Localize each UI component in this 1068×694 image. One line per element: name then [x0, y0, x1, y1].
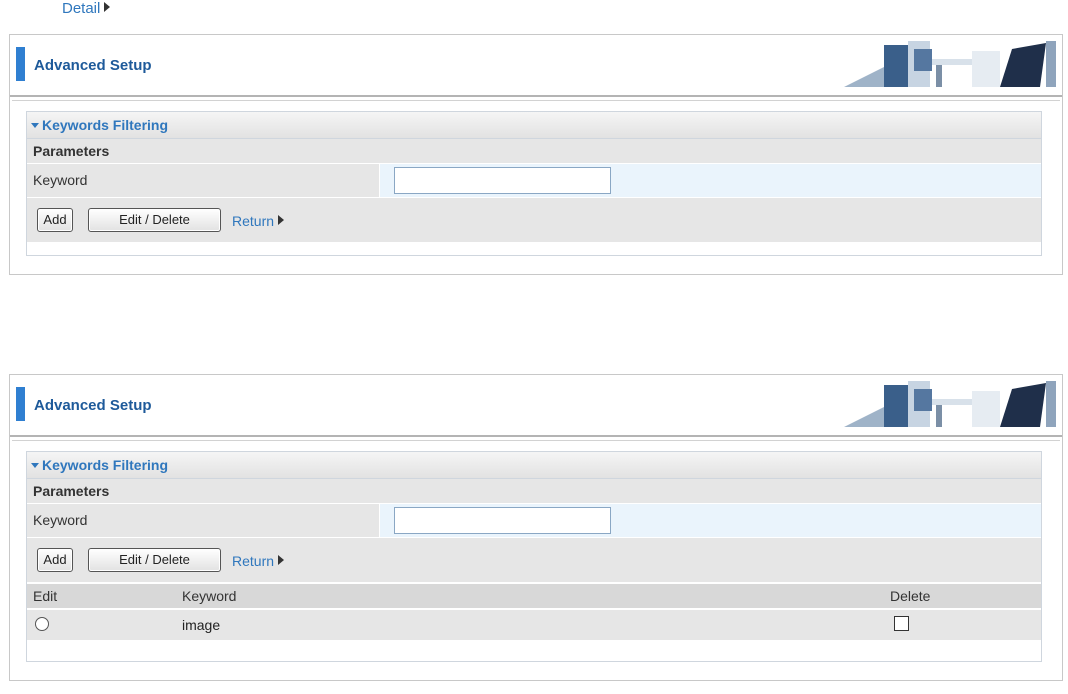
page-title: Advanced Setup: [34, 57, 152, 74]
section-title: Keywords Filtering: [42, 117, 169, 133]
edit-radio[interactable]: [35, 617, 49, 631]
banner-office-image: [844, 41, 1056, 87]
return-link[interactable]: Return: [232, 213, 285, 229]
edit-cell: [27, 610, 176, 640]
return-link[interactable]: Return: [232, 553, 285, 569]
keyword-value-cell: [380, 164, 1041, 197]
title-accent-bar: [16, 47, 25, 81]
page-title: Advanced Setup: [34, 397, 152, 414]
keyword-label: Keyword: [27, 164, 380, 197]
panel-banner: Advanced Setup: [10, 35, 1062, 101]
arrow-right-icon: [278, 555, 285, 565]
return-link-label: Return: [232, 213, 275, 229]
banner-rule: [12, 440, 1060, 441]
arrow-right-icon: [278, 215, 285, 225]
section-title: Keywords Filtering: [42, 457, 169, 473]
keyword-row: Keyword: [27, 504, 1041, 537]
edit-delete-button[interactable]: Edit / Delete: [88, 548, 221, 572]
table-header: Edit Keyword Delete: [27, 584, 1041, 608]
add-button[interactable]: Add: [37, 548, 73, 572]
delete-checkbox[interactable]: [894, 616, 909, 631]
edit-delete-button[interactable]: Edit / Delete: [88, 208, 221, 232]
button-row: Add Edit / Delete Return: [27, 537, 1041, 582]
collapse-triangle-icon: [31, 463, 39, 468]
keywords-filtering-section: Keywords Filtering Parameters Keyword Ad…: [26, 111, 1042, 256]
button-row: Add Edit / Delete Return: [27, 197, 1041, 242]
keywords-filtering-section: Keywords Filtering Parameters Keyword Ad…: [26, 451, 1042, 662]
advanced-setup-panel-1: Advanced Setup Keywords Filtering Parame…: [9, 34, 1063, 275]
title-accent-bar: [16, 387, 25, 421]
table-row: image: [27, 610, 1041, 640]
arrow-right-icon: [104, 2, 111, 12]
section-header: Keywords Filtering: [27, 112, 1041, 139]
column-header-delete: Delete: [890, 588, 931, 604]
keyword-value-cell: [380, 504, 1041, 537]
keyword-label: Keyword: [27, 504, 380, 537]
collapse-triangle-icon: [31, 123, 39, 128]
keyword-row: Keyword: [27, 164, 1041, 197]
banner-rule: [12, 100, 1060, 101]
detail-link[interactable]: Detail: [62, 0, 111, 17]
parameters-label: Parameters: [27, 479, 1041, 504]
column-header-edit: Edit: [33, 588, 58, 604]
keyword-cell: image: [182, 617, 221, 633]
keyword-input[interactable]: [394, 167, 611, 194]
advanced-setup-panel-2: Advanced Setup Keywords Filtering Parame…: [9, 374, 1063, 681]
panel-banner: Advanced Setup: [10, 375, 1062, 441]
add-button[interactable]: Add: [37, 208, 73, 232]
column-header-keyword: Keyword: [182, 588, 237, 604]
section-header: Keywords Filtering: [27, 452, 1041, 479]
detail-link-label: Detail: [62, 0, 101, 17]
delete-cell: [884, 610, 1041, 640]
parameters-label: Parameters: [27, 139, 1041, 164]
keyword-input[interactable]: [394, 507, 611, 534]
return-link-label: Return: [232, 553, 275, 569]
banner-office-image: [844, 381, 1056, 427]
